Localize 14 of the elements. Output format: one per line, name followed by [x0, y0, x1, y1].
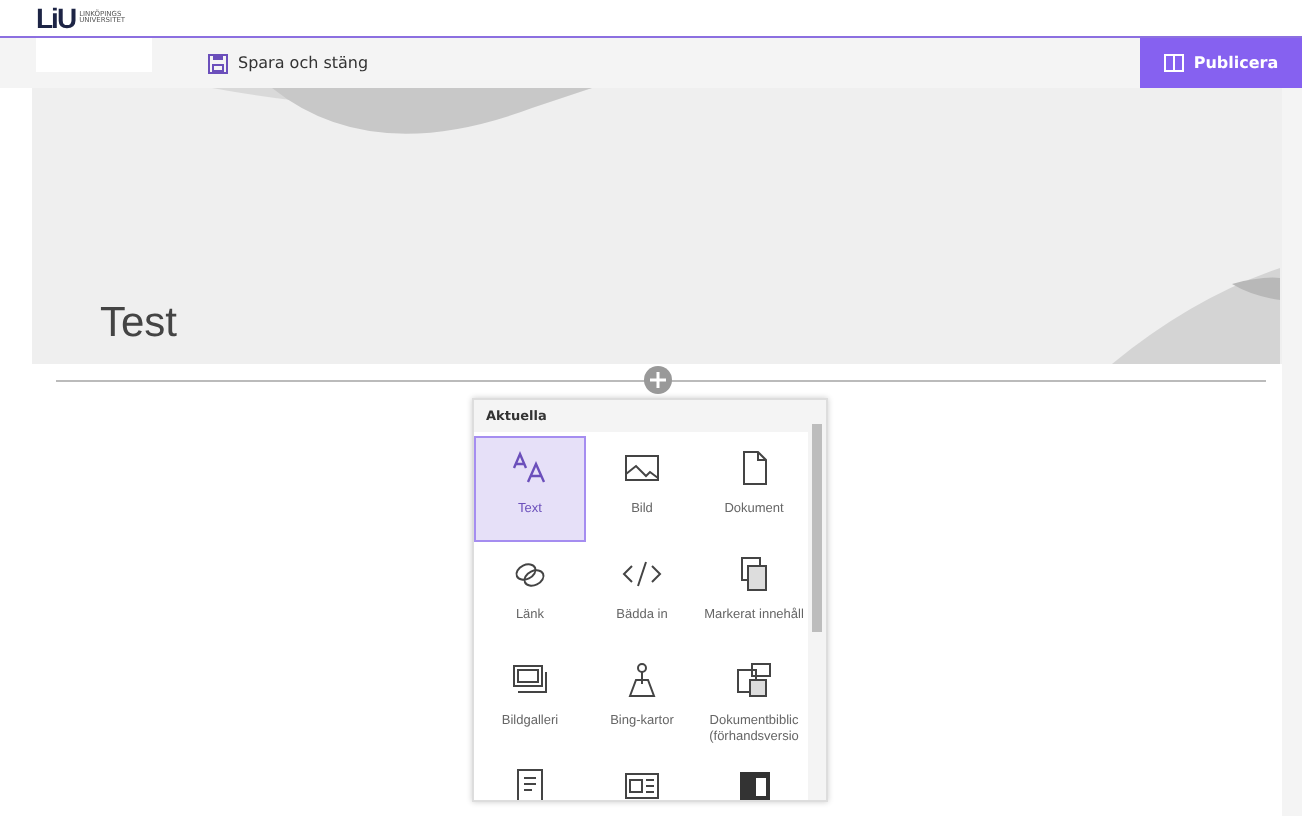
page-title[interactable]: Test — [100, 300, 178, 348]
library-icon — [734, 662, 774, 698]
page-scrollbar[interactable] — [1282, 88, 1302, 816]
image-icon — [622, 450, 662, 486]
save-icon — [208, 53, 228, 73]
add-section-icon[interactable] — [643, 366, 671, 394]
book-icon — [1163, 54, 1184, 72]
gallery-icon — [510, 662, 550, 698]
news-icon — [622, 768, 662, 800]
app-icon — [734, 768, 774, 800]
save-and-close-button[interactable]: Spara och stäng — [200, 38, 377, 88]
publish-button[interactable]: Publicera — [1140, 38, 1302, 88]
text-icon — [510, 450, 550, 486]
code-icon — [622, 556, 662, 592]
